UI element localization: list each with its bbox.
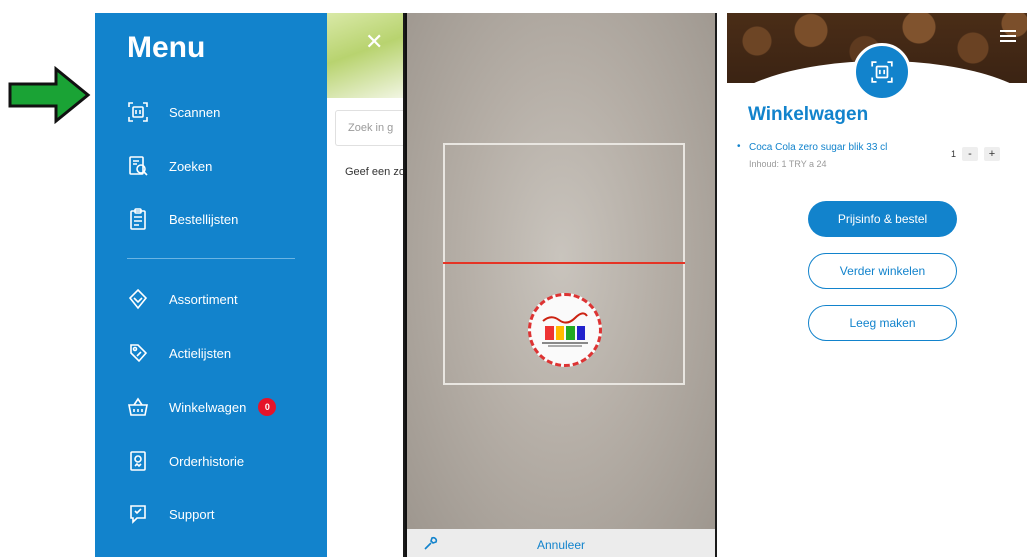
increase-quantity-button[interactable]: + (984, 147, 1001, 161)
scanner-footer: Annuleer (407, 529, 715, 557)
quantity-stepper: 1 - + (951, 147, 1001, 161)
scan-line (443, 262, 685, 264)
green-arrow-icon (8, 66, 91, 124)
quantity-value: 1 (951, 149, 957, 159)
menu-item-winkelwagen[interactable]: Winkelwagen 0 (127, 392, 277, 422)
menu-item-zoeken[interactable]: Zoeken (127, 151, 212, 181)
menu-item-label: Orderhistorie (169, 453, 245, 469)
search-hint-text: Geef een zo (345, 166, 405, 178)
barcode-sticker-image (528, 293, 602, 367)
menu-item-assortiment[interactable]: Assortiment (127, 284, 238, 314)
scanner-screen: Annuleer (405, 13, 717, 557)
menu-item-scannen[interactable]: Scannen (127, 97, 220, 127)
side-menu: Menu Scannen Zoeken Bestellijsten Assort… (95, 13, 327, 557)
basket-icon (127, 395, 149, 419)
continue-shopping-button[interactable]: Verder winkelen (808, 253, 957, 289)
cancel-button[interactable]: Annuleer (407, 538, 715, 552)
menu-item-label: Scannen (169, 104, 221, 120)
page-title: Winkelwagen (748, 104, 869, 125)
menu-item-label: Actielijsten (169, 345, 232, 361)
menu-item-label: Winkelwagen (169, 399, 247, 415)
cart-screen: Winkelwagen Coca Cola zero sugar blik 33… (717, 13, 1027, 557)
screenshot-collage: ✕ Zoek in g Geef een zo Menu Scannen Zoe… (0, 0, 1027, 557)
layers-icon (127, 287, 149, 311)
menu-item-label: Assortiment (169, 291, 238, 307)
close-icon[interactable]: ✕ (365, 29, 383, 55)
cart-count-badge: 0 (258, 398, 277, 416)
menu-title: Menu (127, 31, 206, 64)
barcode-scan-icon (127, 100, 149, 124)
search-input[interactable]: Zoek in g (335, 110, 405, 146)
search-document-icon (127, 154, 149, 178)
menu-item-label: Zoeken (169, 158, 213, 174)
menu-item-actielijsten[interactable]: Actielijsten (127, 338, 231, 368)
menu-screen: ✕ Zoek in g Geef een zo Menu Scannen Zoe… (95, 13, 405, 557)
tag-icon (127, 341, 149, 365)
decrease-quantity-button[interactable]: - (962, 147, 979, 161)
hamburger-menu-icon[interactable] (999, 29, 1017, 48)
empty-cart-button[interactable]: Leeg maken (808, 305, 957, 341)
menu-item-support[interactable]: Support (127, 499, 215, 529)
barcode-scan-icon[interactable] (853, 43, 911, 101)
menu-divider (127, 258, 295, 259)
menu-item-label: Support (169, 506, 215, 522)
order-history-icon (127, 449, 149, 473)
menu-item-label: Bestellijsten (169, 211, 239, 227)
menu-item-bestellijsten[interactable]: Bestellijsten (127, 204, 238, 234)
menu-item-orderhistorie[interactable]: Orderhistorie (127, 446, 244, 476)
price-info-order-button[interactable]: Prijsinfo & bestel (808, 201, 957, 237)
clipboard-list-icon (127, 207, 149, 231)
support-chat-icon (127, 502, 149, 526)
leaf-header-image (327, 13, 405, 98)
